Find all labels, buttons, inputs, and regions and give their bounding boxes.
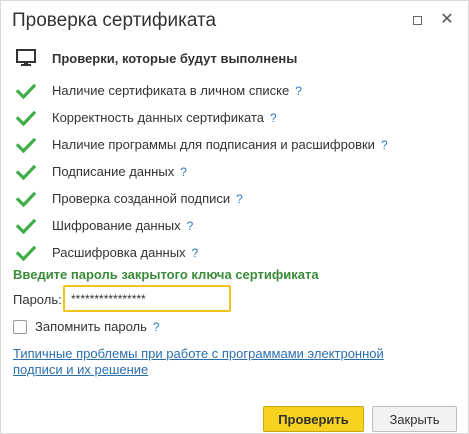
checkmark-icon [16, 218, 36, 234]
check-item: Наличие сертификата в личном списке ? [16, 77, 388, 104]
check-label: Наличие программы для подписания и расши… [52, 137, 375, 152]
help-icon[interactable]: ? [270, 111, 277, 125]
help-icon[interactable]: ? [187, 219, 194, 233]
monitor-icon [16, 49, 36, 66]
check-label: Проверка созданной подписи [52, 191, 231, 206]
checks-header: Проверки, которые будут выполнены [15, 49, 297, 67]
certificate-check-dialog: Проверка сертификата ✕ Проверки, которые… [0, 0, 469, 434]
help-icon[interactable]: ? [180, 165, 187, 179]
check-label: Наличие сертификата в личном списке [52, 83, 290, 98]
checkmark-icon [16, 110, 36, 126]
checkmark-icon [16, 137, 36, 153]
check-list: Наличие сертификата в личном списке ? Ко… [16, 77, 388, 266]
check-label: Шифрование данных [52, 218, 181, 233]
checkmark-icon [16, 164, 36, 180]
typical-problems-link[interactable]: Типичные проблемы при работе с программа… [13, 346, 413, 378]
remember-password-checkbox[interactable] [13, 319, 27, 334]
close-icon: ✕ [440, 11, 454, 28]
check-item: Проверка созданной подписи ? [16, 185, 388, 212]
check-label: Корректность данных сертификата [52, 110, 264, 125]
check-label: Подписание данных [52, 164, 175, 179]
password-input[interactable] [63, 285, 231, 312]
close-window-button[interactable]: ✕ [436, 9, 458, 31]
help-icon[interactable]: ? [236, 192, 243, 206]
check-item: Расшифровка данных ? [16, 239, 388, 266]
check-label: Расшифровка данных [52, 245, 186, 260]
check-item: Шифрование данных ? [16, 212, 388, 239]
dialog-title: Проверка сертификата [12, 10, 217, 31]
check-item: Подписание данных ? [16, 158, 388, 185]
help-icon[interactable]: ? [295, 84, 302, 98]
maximize-icon [412, 15, 422, 25]
close-button[interactable]: Закрыть [372, 406, 457, 432]
checkmark-icon [16, 245, 36, 261]
help-icon[interactable]: ? [381, 138, 388, 152]
password-label: Пароль: [13, 292, 62, 307]
help-icon[interactable]: ? [153, 320, 160, 334]
checkmark-icon [16, 191, 36, 207]
checks-header-text: Проверки, которые будут выполнены [52, 50, 298, 66]
password-heading: Введите пароль закрытого ключа сертифика… [13, 267, 319, 282]
help-icon[interactable]: ? [192, 246, 199, 260]
maximize-button[interactable] [406, 9, 428, 31]
remember-password-label: Запомнить пароль [35, 319, 147, 334]
remember-password-row: Запомнить пароль ? [13, 319, 160, 334]
check-item: Наличие программы для подписания и расши… [16, 131, 388, 158]
checkmark-icon [16, 83, 36, 99]
check-item: Корректность данных сертификата ? [16, 104, 388, 131]
verify-button[interactable]: Проверить [263, 406, 364, 432]
